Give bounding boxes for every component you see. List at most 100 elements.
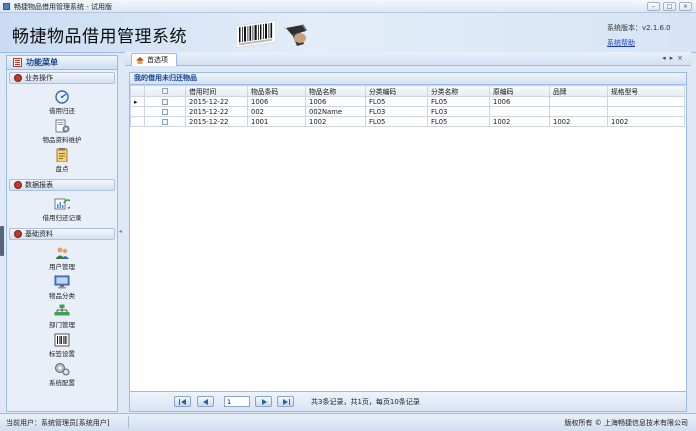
pager-info: 共3条记录，共1页，每页10条记录 [311, 398, 420, 406]
column-header[interactable]: 分类编码 [365, 85, 428, 97]
sidebar-item-label: 物品分类 [49, 292, 75, 300]
close-button[interactable]: × [679, 2, 692, 11]
select-all-checkbox[interactable] [162, 88, 168, 94]
row-checkbox-cell[interactable] [144, 106, 186, 117]
column-header[interactable]: 物品名称 [305, 85, 366, 97]
cell-original-code [489, 106, 550, 117]
org-chart-icon [54, 304, 70, 316]
sidebar-item-borrow-return[interactable]: 借用归还 [7, 90, 117, 115]
column-header[interactable]: 规格型号 [607, 85, 685, 97]
tab-prev-icon[interactable]: ◂ [662, 54, 670, 62]
version-label: 系统版本：v2.1.6.0 [607, 24, 671, 32]
cell-category-name: FL05 [427, 116, 490, 127]
cell-model [607, 106, 685, 117]
cell-category-code: FL03 [365, 106, 428, 117]
tab-label: 首选项 [147, 56, 168, 64]
cell-name: 1006 [305, 96, 366, 107]
sidebar-item-label: 用户管理 [49, 263, 75, 271]
row-indicator: ▸ [130, 96, 145, 107]
prev-page-button[interactable] [197, 396, 214, 407]
first-page-button[interactable] [174, 396, 191, 407]
tab-home[interactable]: 首选项 [131, 53, 177, 66]
gears-icon [55, 363, 70, 376]
cell-brand [549, 106, 608, 117]
cell-name: 1002 [305, 116, 366, 127]
borrowed-items-grid: 借用时间 物品条码 物品名称 分类编码 分类名称 原编码 品牌 规格型号 ▸ 2… [130, 85, 685, 127]
cell-barcode: 002 [247, 106, 306, 117]
collapse-arrow-icon[interactable]: ◂ [119, 228, 123, 236]
copyright-label: 版权所有 © 上海畅捷信息技术有限公司 [564, 419, 688, 427]
cell-barcode: 1006 [247, 96, 306, 107]
tab-close-icon[interactable]: × [677, 54, 687, 62]
cell-date: 2015-12-22 [185, 106, 248, 117]
page-number-input[interactable] [224, 396, 250, 407]
sidebar-item-item-category[interactable]: 物品分类 [7, 275, 117, 300]
cell-name: 002Name [305, 106, 366, 117]
column-header-select[interactable] [144, 85, 186, 97]
cell-category-code: FL05 [365, 96, 428, 107]
sidebar-item-department[interactable]: 部门管理 [7, 304, 117, 329]
table-row[interactable]: 2015-12-22 002 002Name FL03 FL03 [130, 106, 685, 117]
row-checkbox-cell[interactable] [144, 116, 186, 127]
tab-bar: 首选项 ◂▸× [125, 52, 691, 66]
monitor-icon [54, 275, 70, 289]
menu-icon [13, 58, 22, 67]
pager-bar: 共3条记录，共1页，每页10条记录 [130, 391, 686, 411]
sidebar-item-user-management[interactable]: 用户管理 [7, 246, 117, 271]
sidebar-item-label: 盘点 [55, 165, 69, 173]
help-link[interactable]: 系统帮助 [607, 38, 635, 48]
cell-original-code: 1006 [489, 96, 550, 107]
column-header[interactable]: 分类名称 [427, 85, 490, 97]
sidebar-item-label: 部门管理 [49, 321, 75, 329]
sidebar-item-item-maintenance[interactable]: 物品资料维护 [7, 119, 117, 144]
cell-brand: 1002 [549, 116, 608, 127]
sidebar-item-inventory[interactable]: 盘点 [7, 148, 117, 173]
sidebar-item-label: 物品资料维护 [42, 136, 82, 144]
row-checkbox[interactable] [162, 118, 168, 125]
sidebar-splitter[interactable]: ◂ [118, 55, 124, 412]
section-toggle-icon [14, 181, 22, 189]
section-toggle-icon [14, 230, 22, 238]
first-page-arrow-icon [181, 399, 186, 405]
sidebar-section-basic-data[interactable]: 基础资料 [9, 228, 115, 240]
cell-model [607, 96, 685, 107]
cell-barcode: 1001 [247, 116, 306, 127]
maximize-button[interactable]: □ [663, 2, 676, 11]
sidebar: 功能菜单 业务操作 借用归还 物品资料维护 盘点 数据报表 借用归还记录 基础资… [6, 55, 118, 412]
row-indicator [130, 116, 145, 127]
sidebar-item-borrow-records[interactable]: 借用归还记录 [7, 197, 117, 222]
window-controls: – □ × [647, 2, 692, 11]
next-page-button[interactable] [255, 396, 272, 407]
row-checkbox-cell[interactable] [144, 96, 186, 107]
sidebar-item-label: 借用归还 [49, 107, 75, 115]
row-checkbox[interactable] [162, 108, 168, 115]
last-page-button[interactable] [277, 396, 294, 407]
column-header[interactable]: 物品条码 [247, 85, 306, 97]
main-area: 首选项 ◂▸× 我的借用未归还物品 借用时间 物品条码 物品名称 分类编码 分类… [125, 52, 691, 412]
table-row[interactable]: ▸ 2015-12-22 1006 1006 FL05 FL05 1006 [130, 96, 685, 107]
minimize-button[interactable]: – [647, 2, 660, 11]
sidebar-section-reports[interactable]: 数据报表 [9, 179, 115, 191]
users-icon [55, 247, 69, 259]
table-row[interactable]: 2015-12-22 1001 1002 FL05 FL05 1002 1002… [130, 116, 685, 127]
prev-page-icon [203, 399, 208, 405]
sidebar-section-business[interactable]: 业务操作 [9, 72, 115, 84]
column-header[interactable]: 品牌 [549, 85, 608, 97]
tab-next-icon[interactable]: ▸ [670, 54, 678, 62]
section-label: 业务操作 [25, 74, 53, 82]
cell-category-name: FL03 [427, 106, 490, 117]
section-label: 数据报表 [25, 181, 53, 189]
cell-brand [549, 96, 608, 107]
tab-navigation: ◂▸× [662, 54, 687, 62]
sidebar-item-label: 系统配置 [49, 379, 75, 387]
app-header: 畅捷物品借用管理系统 系统版本：v2.1.6.0 系统帮助 [0, 13, 696, 53]
status-bar: 当前用户：系统管理员[系统用户] 版权所有 © 上海畅捷信息技术有限公司 [0, 413, 696, 431]
next-page-icon [262, 399, 267, 405]
left-edge-grip[interactable] [0, 226, 4, 256]
sidebar-item-label-settings[interactable]: 标签设置 [7, 333, 117, 358]
window-titlebar: 畅捷物品借用管理系统 - 试用版 – □ × [0, 0, 696, 13]
column-header[interactable]: 借用时间 [185, 85, 248, 97]
row-checkbox[interactable] [162, 98, 168, 105]
column-header[interactable]: 原编码 [489, 85, 550, 97]
sidebar-item-system-config[interactable]: 系统配置 [7, 362, 117, 387]
